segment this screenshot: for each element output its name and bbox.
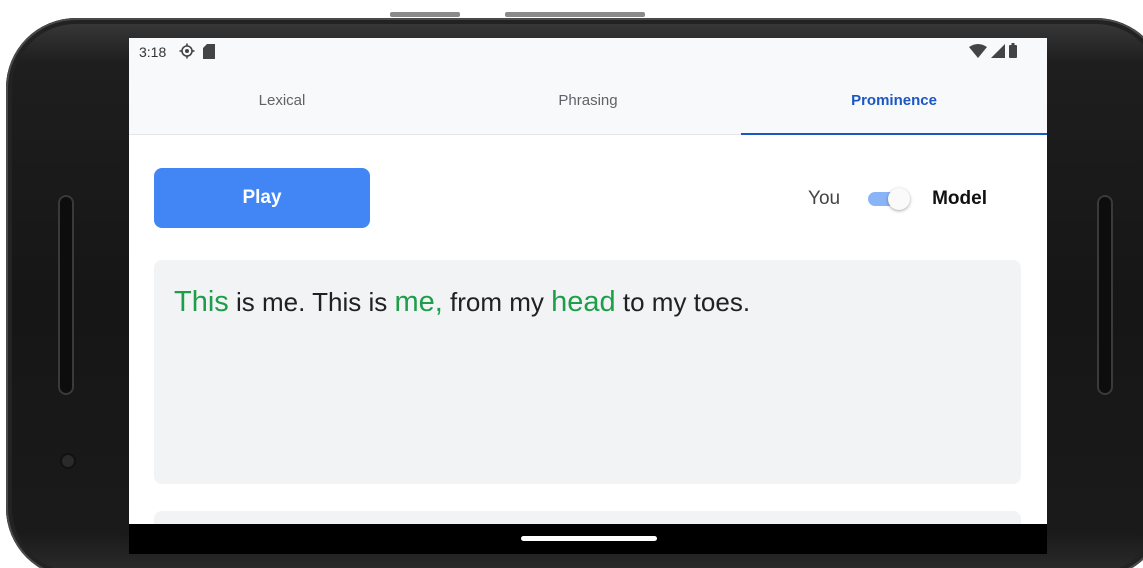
sentence-segment: to my toes. (615, 287, 751, 317)
front-camera (62, 455, 74, 467)
gps-icon (179, 43, 195, 59)
volume-button (390, 12, 460, 17)
sentence-segment: is me. This is (228, 287, 395, 317)
status-time: 3:18 (139, 44, 167, 60)
cell-signal-icon (991, 43, 1005, 58)
sd-card-icon (203, 43, 215, 59)
prominent-word: me, (394, 286, 443, 318)
toggle-you-label: You (808, 188, 841, 209)
you-model-toggle-row: You Model (808, 183, 987, 215)
prominent-word: head (551, 286, 616, 318)
toggle-model-label: Model (932, 188, 987, 209)
status-system-icons (969, 43, 1017, 58)
play-button[interactable]: Play (154, 168, 370, 228)
status-bar: 3:18 (129, 38, 1047, 66)
battery-icon (1009, 43, 1017, 58)
tab-bar: Lexical Phrasing Prominence (129, 66, 1047, 135)
navigation-bar (129, 524, 1047, 554)
power-button (505, 12, 645, 17)
right-speaker-grille (1097, 195, 1113, 395)
left-speaker-grille (58, 195, 74, 395)
prominent-word: This (174, 286, 229, 318)
sentence-text: This is me. This is me, from my head to … (174, 286, 750, 319)
wifi-icon (969, 43, 987, 58)
tab-lexical[interactable]: Lexical (129, 66, 435, 134)
sentence-card: This is me. This is me, from my head to … (154, 260, 1021, 484)
device-mockup: 3:18 Lexical Phrasing Prominence Play Yo… (0, 0, 1143, 568)
switch-thumb (888, 188, 911, 210)
home-gesture-handle[interactable] (521, 536, 657, 541)
sentence-segment: from my (442, 287, 552, 317)
tab-prominence[interactable]: Prominence (741, 66, 1047, 135)
status-notification-icons (179, 43, 215, 59)
tab-phrasing[interactable]: Phrasing (435, 66, 741, 134)
you-model-switch[interactable] (868, 188, 911, 210)
app-screen: 3:18 Lexical Phrasing Prominence Play Yo… (129, 38, 1047, 554)
